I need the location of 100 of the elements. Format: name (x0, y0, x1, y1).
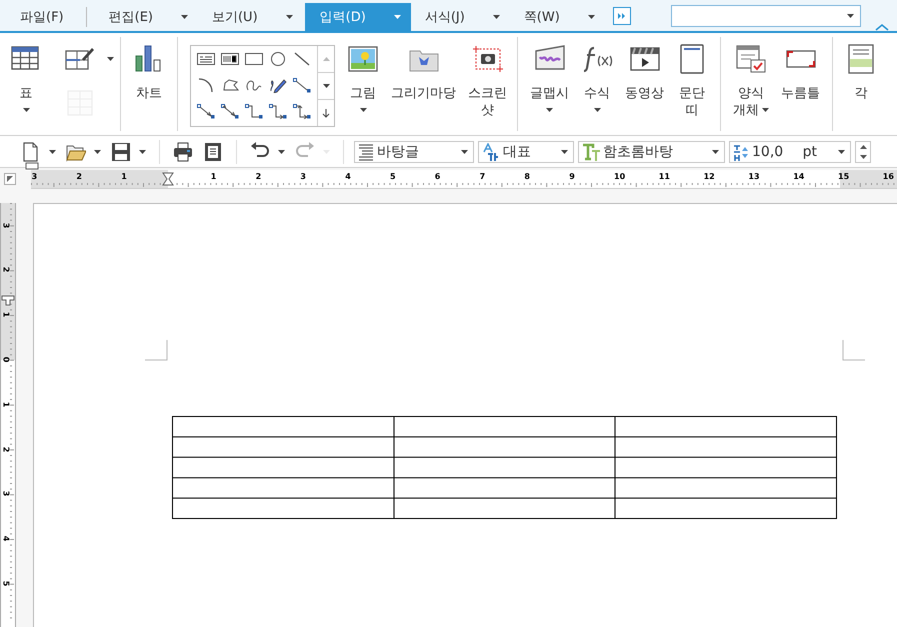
caret-icon (461, 150, 468, 154)
corner-mark-icon[interactable] (4, 173, 16, 185)
more-button[interactable] (612, 7, 631, 25)
caret-icon (94, 150, 101, 154)
rectangle-icon[interactable] (244, 51, 264, 67)
ruler-number: 5 (390, 172, 396, 180)
character-style-icon (482, 142, 500, 160)
caret-icon (394, 15, 401, 19)
printer-icon (173, 142, 193, 162)
ruler-number: 14 (793, 172, 804, 180)
vertical-text-box-icon[interactable] (220, 51, 240, 67)
style-dropdown[interactable]: 바탕글 (354, 140, 474, 162)
elbow-double-arrow-connector-icon[interactable] (292, 103, 312, 119)
caret-icon (838, 150, 845, 154)
ribbon-button[interactable]: 글맵시 (526, 37, 573, 131)
ruler-number: 6 (434, 172, 440, 180)
margin-corner-mark (145, 340, 168, 361)
caret-icon (22, 108, 30, 112)
arrow-connector-icon[interactable] (196, 103, 216, 119)
caret-icon (139, 150, 146, 154)
caret-icon (762, 108, 769, 112)
connector-icon[interactable] (292, 77, 312, 93)
ruler-number: 0 (1, 356, 10, 362)
caret-icon (588, 15, 595, 19)
caret-icon (546, 108, 553, 112)
ruler-number: 10 (614, 172, 626, 180)
caret-icon (712, 150, 719, 154)
menu-tab[interactable]: 쪽(W) (512, 3, 605, 31)
caret-icon (278, 150, 285, 154)
up-caret-icon (322, 57, 330, 61)
margin-corner-mark (842, 340, 865, 361)
margin-marker-icon[interactable] (25, 162, 39, 170)
ribbon-button[interactable]: 각 (841, 37, 881, 131)
menu-tab[interactable]: 편집(E) (96, 3, 198, 31)
ribbon-button[interactable]: 표 (6, 37, 46, 112)
spin-buttons[interactable] (855, 140, 871, 162)
caret-icon (322, 84, 330, 88)
ribbon-button[interactable]: 차트 (129, 37, 169, 131)
ruler-number: 7 (480, 172, 486, 180)
up-caret-icon (860, 144, 866, 148)
caret-icon (561, 150, 568, 154)
ruler-number: 4 (345, 172, 351, 180)
unit-label: pt (802, 144, 817, 160)
ruler-number: 8 (524, 172, 530, 180)
ruler-number: 1 (1, 312, 10, 318)
ruler-number: 2 (1, 446, 10, 452)
ruler-number: 12 (704, 172, 715, 180)
ribbon-button[interactable]: 동영상 (621, 37, 668, 131)
caret-icon (180, 15, 188, 19)
caret-icon (846, 14, 854, 18)
form-checkbox-icon (735, 43, 767, 75)
pen-icon[interactable] (268, 77, 288, 93)
ruler-number: 1 (121, 172, 127, 180)
ruler-number: 4 (1, 536, 10, 542)
ruler-number: 9 (569, 172, 575, 180)
margin-marker-icon[interactable] (1, 295, 15, 306)
ribbon-button[interactable]: 양식 개체 (729, 37, 773, 131)
character-style-dropdown[interactable]: 대표 (478, 140, 574, 162)
caret-icon (860, 154, 866, 158)
text-box-icon[interactable] (196, 51, 216, 67)
ruler-number: 2 (76, 172, 82, 180)
screenshot-icon (472, 43, 504, 75)
font-icon (582, 142, 600, 160)
preview-icon (203, 142, 223, 162)
ruler-number: 3 (32, 172, 38, 180)
paragraph-style-icon (358, 142, 374, 160)
font-size-icon (733, 142, 749, 160)
menu-tab[interactable]: 파일(F) (8, 3, 76, 31)
ruler-number: 15 (838, 172, 850, 180)
caret-icon (360, 108, 366, 112)
ruler-number: 2 (256, 172, 262, 180)
caret-icon (594, 108, 600, 112)
line-icon[interactable] (292, 51, 312, 67)
double-arrow-connector-icon[interactable] (220, 103, 240, 119)
ellipse-icon[interactable] (268, 51, 288, 67)
ruler-number: 16 (882, 172, 894, 180)
ribbon-button[interactable]: 누름틀 (777, 37, 824, 131)
ribbon-button[interactable]: 문단 띠 (672, 37, 712, 131)
ruler-number: 13 (748, 172, 760, 180)
ruler-number: 2 (1, 267, 10, 273)
caret-icon (286, 15, 293, 19)
elbow-connector-icon[interactable] (244, 103, 264, 119)
ribbon-button[interactable]: 그리기마당 (387, 37, 460, 131)
search-field[interactable] (670, 5, 861, 27)
font-dropdown[interactable]: 함초롬바탕 (578, 140, 725, 162)
collapse-ribbon-icon[interactable] (874, 23, 889, 31)
menu-tab[interactable]: 서식(J) (412, 3, 510, 31)
ruler-number: 1 (210, 172, 216, 180)
ribbon-button[interactable]: 그림 (343, 37, 383, 131)
ruler-number: 3 (300, 172, 306, 180)
ruler-number: 3 (1, 491, 10, 497)
indent-marker-icon[interactable] (162, 172, 174, 186)
caret-icon (49, 150, 56, 154)
elbow-arrow-connector-icon[interactable] (268, 103, 288, 119)
ribbon-button[interactable]: 스크린 샷 (464, 37, 511, 131)
menu-tab[interactable]: 보기(U) (200, 3, 303, 31)
ruler-number: 5 (1, 580, 10, 586)
font-size-field[interactable]: 10,0 pt (729, 140, 851, 162)
ruler-number: 11 (658, 172, 670, 180)
ribbon-button[interactable]: 수식 (577, 37, 617, 131)
